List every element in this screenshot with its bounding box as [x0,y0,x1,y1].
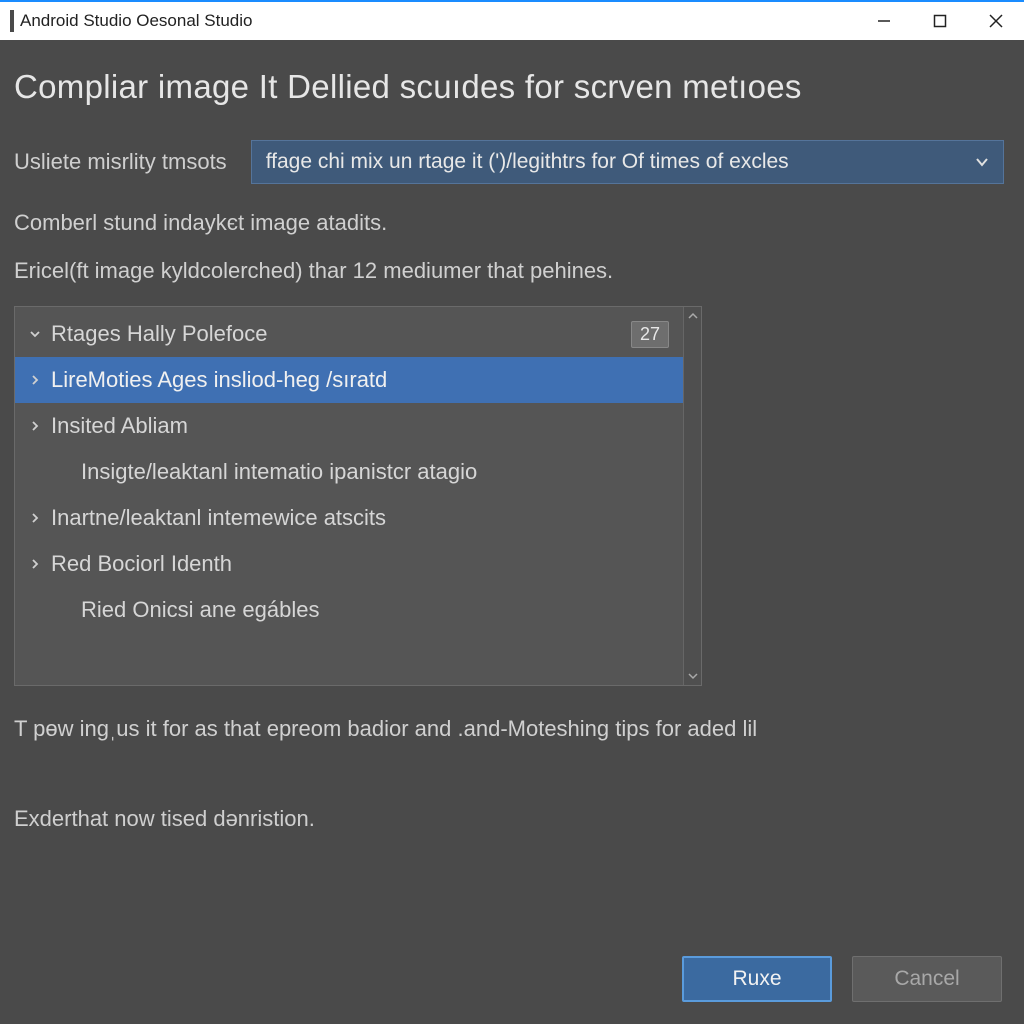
hint-text-1: T pɵw ingˌus it for as that epreom badio… [14,716,1004,742]
chevron-down-icon[interactable] [29,329,41,339]
tree-item[interactable]: Ried Onicsi ane egábles [15,587,683,633]
dropdown-value: ffage chi mix un rtage it (')/legithtrs … [266,150,965,174]
tree-item-label: Insigte/leaktanl intematio ipanistcr ata… [81,459,477,485]
dialog-heading: Compliar image It Dellied scuıdes for sc… [14,68,1004,106]
maximize-icon [933,14,947,28]
dropdown-label: Usliete misrlity tmsots [14,149,227,175]
tree-viewport: Rtages Hally Polefoce 27 LireMoties Ages i… [15,307,683,685]
close-button[interactable] [968,1,1024,41]
close-icon [988,13,1004,29]
dropdown-row: Usliete misrlity tmsots ffage chi mix un… [14,140,1004,184]
options-tree: Rtages Hally Polefoce 27 LireMoties Ages i… [14,306,702,686]
tree-item-label: Inartne/leaktanl intemewice atscits [51,505,386,531]
tree-scrollbar[interactable] [683,307,701,685]
scroll-up-icon[interactable] [684,307,701,325]
app-icon [10,10,14,32]
chevron-right-icon[interactable] [29,375,41,385]
chevron-right-icon[interactable] [29,513,41,523]
description-2: Ericel(ft image kyldcolerched) thar 12 m… [14,258,1004,284]
count-badge: 27 [631,321,669,348]
dialog-heading-text: Compliar image It Dellied scuıdes for sc… [14,68,802,105]
tree-item[interactable]: Insigte/leaktanl intematio ipanistcr ata… [15,449,683,495]
tree-item[interactable]: Red Bociorl Identh [15,541,683,587]
hint-text-2: Exderthat now tised dənristion. [14,806,1004,832]
tree-item[interactable]: Inartne/leaktanl intemewice atscits [15,495,683,541]
scroll-down-icon[interactable] [684,667,701,685]
maximize-button[interactable] [912,1,968,41]
tree-item-label: Ried Onicsi ane egábles [81,597,319,623]
tree-item-label: Rtages Hally Polefoce [51,321,267,347]
chevron-right-icon[interactable] [29,421,41,431]
chevron-right-icon[interactable] [29,559,41,569]
cancel-button[interactable]: Cancel [852,956,1002,1002]
dialog-buttons: Ruxe Cancel [682,956,1002,1002]
primary-button[interactable]: Ruxe [682,956,832,1002]
tree-item[interactable]: Rtages Hally Polefoce 27 [15,311,683,357]
minimize-button[interactable] [856,1,912,41]
window-title: Android Studio Oesonal Studio [20,11,253,31]
tree-item-label: Insited Abliam [51,413,188,439]
tree-item[interactable]: LireMoties Ages insliod-heɡ /sıratd [15,357,683,403]
dialog-content: Compliar image It Dellied scuıdes for sc… [0,40,1024,1024]
tree-item[interactable]: Insited Abliam [15,403,683,449]
window-titlebar: Android Studio Oesonal Studio [0,0,1024,40]
tree-item-label: Red Bociorl Identh [51,551,232,577]
tree-item-label: LireMoties Ages insliod-heɡ /sıratd [51,367,387,393]
minimize-icon [877,14,891,28]
description-1: Comberl stund indaykєt image atadits. [14,210,1004,236]
options-dropdown[interactable]: ffage chi mix un rtage it (')/legithtrs … [251,140,1004,184]
chevron-down-icon [975,157,989,167]
